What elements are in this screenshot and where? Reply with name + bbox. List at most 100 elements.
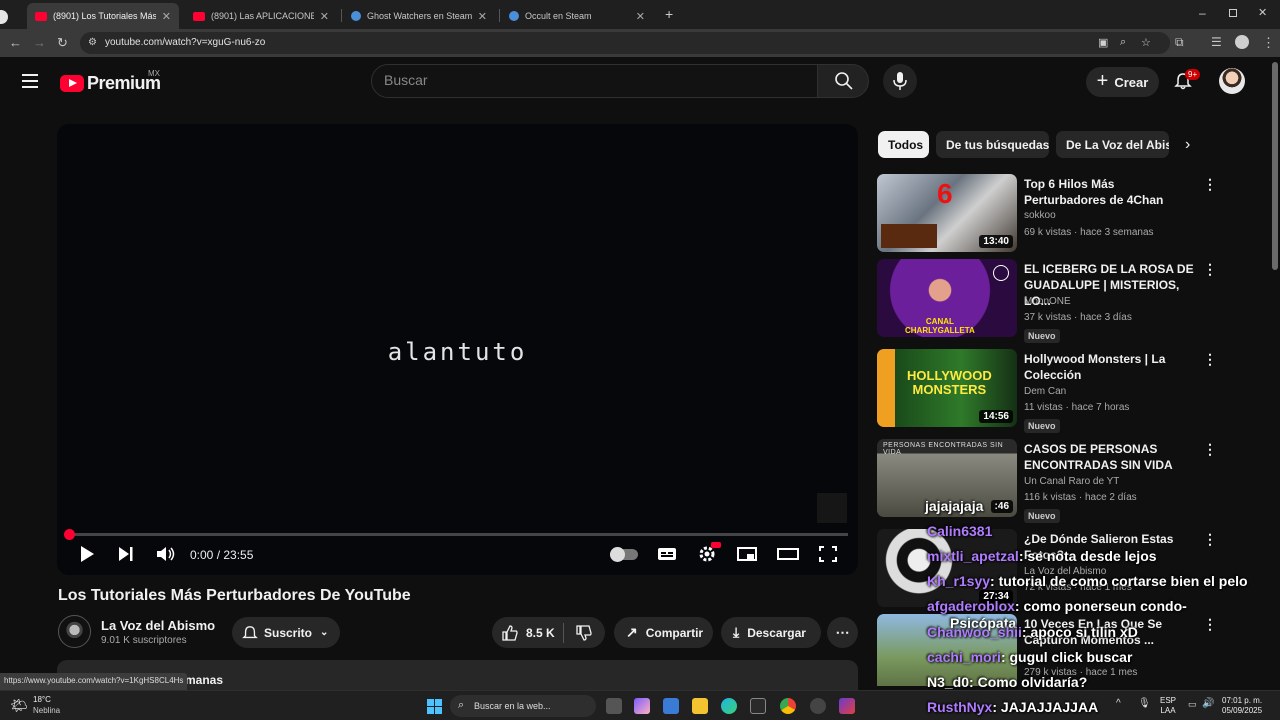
close-window-icon[interactable]: ✕ [1258, 6, 1267, 19]
edge-icon[interactable] [721, 698, 737, 714]
chip-todos[interactable]: Todos [878, 131, 929, 158]
browser-profile-icon[interactable] [0, 10, 8, 24]
media-app-icon[interactable] [839, 698, 855, 714]
system-clock[interactable]: 07:01 p. m. 05/09/2025 [1222, 696, 1262, 716]
close-tab-icon[interactable]: ✕ [320, 10, 329, 23]
more-options-icon[interactable]: ⋮ [1203, 351, 1217, 368]
scrubber-handle[interactable] [64, 529, 75, 540]
task-view-icon[interactable] [606, 698, 622, 714]
video-thumbnail[interactable]: CANAL CHARLYGALLETA [877, 259, 1017, 337]
video-thumbnail[interactable]: 27:34 [877, 529, 1017, 607]
more-options-icon[interactable]: ⋮ [1203, 441, 1217, 458]
more-options-icon[interactable]: ⋮ [1203, 261, 1217, 278]
user-avatar[interactable] [1219, 68, 1245, 94]
mic-tray-icon[interactable]: 🎙 [1138, 698, 1151, 709]
hamburger-menu-icon[interactable] [22, 74, 38, 92]
search-input[interactable] [384, 72, 804, 88]
browser-menu-icon[interactable]: ⋮ [1262, 35, 1275, 51]
copilot-icon[interactable] [634, 698, 650, 714]
youtube-logo[interactable]: Premium MX [60, 69, 161, 94]
recommendation-item[interactable]: 27:34 ¿De Dónde Salieron Estas Fotos? La… [877, 529, 1222, 609]
tab-2[interactable]: (8901) Las APLICACIONES más ✕ [185, 3, 337, 29]
video-player[interactable]: alantuto 0:00 / 23:55 [57, 124, 858, 575]
play-icon[interactable] [79, 545, 95, 563]
plus-icon: + [1096, 69, 1109, 92]
close-tab-icon[interactable]: ✕ [636, 10, 645, 23]
profile-avatar-icon[interactable] [1235, 35, 1249, 49]
recommendation-title[interactable]: Hollywood Monsters | La Colección [1024, 351, 1194, 383]
recommendation-item[interactable]: 6 13:40 Top 6 Hilos Más Perturbadores de… [877, 174, 1222, 254]
new-tab-icon[interactable]: + [665, 6, 673, 22]
recommendation-channel[interactable]: Dem Can [1024, 386, 1066, 397]
recommendation-title[interactable]: CASOS DE PERSONAS ENCONTRADAS SIN VIDA [1024, 441, 1194, 473]
recommendation-channel[interactable]: MoonONE [1024, 296, 1071, 307]
theater-mode-icon[interactable] [777, 545, 799, 563]
taskbar-search[interactable]: ⌕ Buscar en la web... [450, 695, 596, 717]
subscribed-button[interactable]: Suscrito ⌄ [232, 617, 340, 648]
more-options-icon[interactable]: ⋮ [1203, 176, 1217, 193]
download-button[interactable]: ⤓ Descargar [721, 617, 821, 648]
channel-watermark[interactable] [817, 493, 847, 523]
subtitles-icon[interactable] [657, 545, 677, 563]
watch-later-icon[interactable] [993, 265, 1009, 281]
app-icon[interactable] [810, 698, 826, 714]
chip-de-la-voz-del-abismo[interactable]: De La Voz del Abismo [1056, 131, 1169, 158]
minimize-icon[interactable]: – [1199, 6, 1206, 20]
like-button[interactable]: 8.5 K [492, 622, 564, 643]
network-icon[interactable]: ▭ [1188, 699, 1197, 710]
volume-tray-icon[interactable]: 🔊 [1202, 698, 1214, 709]
more-actions-button[interactable]: ⋯ [827, 617, 858, 648]
autoplay-toggle[interactable] [610, 547, 638, 562]
forward-icon[interactable]: → [33, 35, 46, 50]
recommendation-channel[interactable]: sokkoo [1024, 210, 1056, 221]
file-explorer-icon[interactable] [692, 698, 708, 714]
video-thumbnail[interactable]: 6 13:40 [877, 174, 1017, 252]
recommendation-title[interactable]: Top 6 Hilos Más Perturbadores de 4Chan [1024, 176, 1194, 208]
channel-name[interactable]: La Voz del Abismo [101, 618, 215, 633]
recommendation-item[interactable]: CANAL CHARLYGALLETA EL ICEBERG DE LA ROSA… [877, 259, 1222, 343]
store-icon[interactable] [663, 698, 679, 714]
address-bar[interactable]: ⚙ youtube.com/watch?v=xguG-nu6-zo ▣ ⌕ ☆ [80, 32, 1170, 54]
back-icon[interactable]: ← [9, 35, 22, 50]
thumbs-down-icon[interactable] [576, 624, 592, 641]
close-tab-icon[interactable]: ✕ [162, 10, 171, 23]
bookmark-star-icon[interactable]: ☆ [1141, 36, 1151, 49]
extensions-icon[interactable]: ⧉ [1175, 35, 1184, 50]
progress-bar[interactable] [64, 529, 848, 540]
volume-icon[interactable] [156, 545, 176, 563]
tab-3[interactable]: Ghost Watchers en Steam ✕ [343, 3, 495, 29]
fullscreen-icon[interactable] [818, 545, 838, 563]
terminal-icon[interactable] [750, 698, 766, 714]
zoom-icon[interactable]: ⌕ [1120, 36, 1126, 49]
reading-list-icon[interactable]: ☰ [1211, 35, 1222, 49]
channel-avatar[interactable] [58, 615, 91, 648]
site-info-icon[interactable]: ⚙ [88, 37, 97, 48]
close-tab-icon[interactable]: ✕ [478, 10, 487, 23]
tray-chevron-icon[interactable]: ^ [1116, 698, 1121, 709]
more-options-icon[interactable]: ⋮ [1203, 531, 1217, 548]
page-scrollbar[interactable] [1272, 62, 1278, 270]
url-text[interactable]: youtube.com/watch?v=xguG-nu6-zo [105, 37, 265, 48]
create-button[interactable]: + Crear [1086, 67, 1159, 97]
miniplayer-icon[interactable] [737, 545, 757, 563]
language-indicator[interactable]: ESP LAA [1160, 696, 1176, 716]
tab-4[interactable]: Occult en Steam ✕ [501, 3, 653, 29]
video-thumbnail[interactable]: HOLLYWOOD MONSTERS 14:56 [877, 349, 1017, 427]
reload-icon[interactable]: ↻ [57, 35, 68, 51]
recommendation-channel[interactable]: Un Canal Raro de YT [1024, 476, 1119, 487]
restore-icon[interactable] [1229, 9, 1237, 17]
chat-message: afgaderoblox: como ponerseun condo- [927, 598, 1187, 614]
recommendation-item[interactable]: HOLLYWOOD MONSTERS 14:56 Hollywood Monste… [877, 349, 1222, 433]
chrome-icon[interactable] [780, 698, 796, 714]
more-options-icon[interactable]: ⋮ [1203, 616, 1217, 633]
tab-1[interactable]: (8901) Los Tutoriales Más Perturba ✕ [27, 3, 179, 29]
next-icon[interactable] [118, 545, 134, 563]
chip-de-tus-busquedas[interactable]: De tus búsquedas [936, 131, 1049, 158]
search-box[interactable] [371, 64, 818, 98]
search-button[interactable] [817, 64, 869, 98]
voice-search-button[interactable] [883, 64, 917, 98]
cast-icon[interactable]: ▣ [1098, 36, 1108, 49]
share-button[interactable]: ↗ Compartir [614, 617, 713, 648]
chevron-right-icon[interactable]: › [1185, 136, 1190, 154]
windows-start-icon[interactable] [427, 699, 442, 714]
